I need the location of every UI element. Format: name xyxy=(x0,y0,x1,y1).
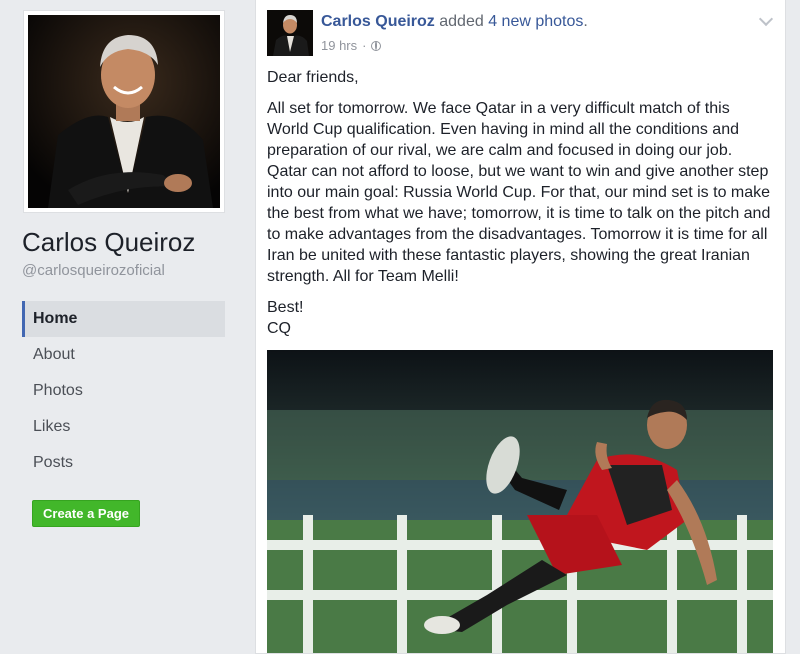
post-meta: 19 hrs · xyxy=(321,38,382,53)
chevron-down-icon[interactable] xyxy=(758,11,774,27)
post-paragraph: Best! CQ xyxy=(267,299,304,337)
post-author-link[interactable]: Carlos Queiroz xyxy=(321,13,435,30)
create-page-button[interactable]: Create a Page xyxy=(32,500,140,527)
post-paragraph: All set for tomorrow. We face Qatar in a… xyxy=(267,100,771,285)
profile-picture-art xyxy=(28,15,220,208)
profile-picture-frame[interactable] xyxy=(23,10,225,213)
post-photo[interactable] xyxy=(267,350,773,653)
post-photo-art xyxy=(267,350,773,653)
post-timestamp[interactable]: 19 hrs xyxy=(321,38,357,53)
nav-item-likes[interactable]: Likes xyxy=(22,409,225,445)
post-text: Dear friends, All set for tomorrow. We f… xyxy=(267,67,772,349)
post-action-suffix: . xyxy=(583,13,588,30)
nav-item-about[interactable]: About xyxy=(22,337,225,373)
meta-separator: · xyxy=(362,38,367,53)
page-name[interactable]: Carlos Queiroz xyxy=(22,227,195,258)
profile-picture[interactable] xyxy=(28,15,220,208)
post-paragraph: Dear friends, xyxy=(267,69,359,86)
post-header: Carlos Queiroz added 4 new photos. xyxy=(321,13,588,31)
nav-item-home[interactable]: Home xyxy=(22,301,225,337)
globe-icon[interactable] xyxy=(371,40,382,51)
post-author-avatar[interactable] xyxy=(267,10,313,56)
page-handle[interactable]: @carlosqueirozoficial xyxy=(22,262,165,279)
post-action-prefix: added xyxy=(434,13,489,30)
nav-item-posts[interactable]: Posts xyxy=(22,445,225,481)
avatar-art xyxy=(267,10,313,56)
left-sidebar: Carlos Queiroz @carlosqueirozoficial Hom… xyxy=(0,0,240,654)
post-photos-link[interactable]: 4 new photos xyxy=(488,13,583,30)
page-nav: Home About Photos Likes Posts xyxy=(22,301,225,481)
post-card: Carlos Queiroz added 4 new photos. 19 hr… xyxy=(255,0,786,654)
nav-item-photos[interactable]: Photos xyxy=(22,373,225,409)
